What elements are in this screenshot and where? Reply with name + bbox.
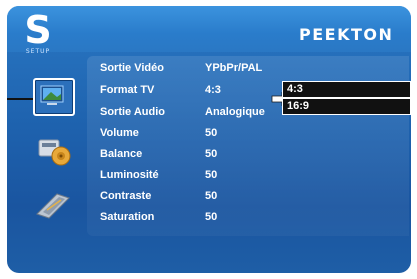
video-settings-icon[interactable]	[33, 78, 75, 116]
menu-label-saturation[interactable]: Saturation	[100, 210, 154, 224]
menu-label-volume[interactable]: Volume	[100, 126, 139, 140]
menu-value-sortie-video: YPbPr/PAL	[205, 62, 263, 74]
menu-value-volume: 50	[205, 127, 218, 139]
menu-value-balance: 50	[205, 148, 218, 160]
menu-value-contraste: 50	[205, 190, 218, 202]
menu-label-sortie-video[interactable]: Sortie Vidéo	[100, 61, 164, 75]
setup-logo: S SETUP	[21, 8, 55, 55]
dropdown-option-16-9[interactable]: 16:9	[282, 98, 411, 115]
menu-value-format-tv: 4:3	[205, 84, 221, 96]
dropdown-option-4-3[interactable]: 4:3	[282, 81, 411, 98]
menu-label-sortie-audio[interactable]: Sortie Audio	[100, 105, 165, 119]
audio-settings-icon[interactable]	[35, 134, 73, 168]
misc-settings-icon[interactable]	[33, 188, 73, 222]
setup-screen: S SETUP PEEKTON Sortie Vidéo Format TV S…	[7, 6, 411, 273]
menu-value-sortie-audio: Analogique	[205, 106, 265, 118]
brand-logo: PEEKTON	[299, 25, 394, 44]
pointer-line	[7, 98, 33, 100]
menu-label-luminosite[interactable]: Luminosité	[100, 168, 159, 182]
setup-logo-caption: SETUP	[25, 48, 51, 55]
setup-logo-letter: S	[24, 8, 52, 52]
menu-value-luminosite: 50	[205, 169, 218, 181]
menu-label-format-tv[interactable]: Format TV	[100, 83, 154, 97]
menu-value-saturation: 50	[205, 211, 218, 223]
menu-label-balance[interactable]: Balance	[100, 147, 142, 161]
menu-label-contraste[interactable]: Contraste	[100, 189, 151, 203]
